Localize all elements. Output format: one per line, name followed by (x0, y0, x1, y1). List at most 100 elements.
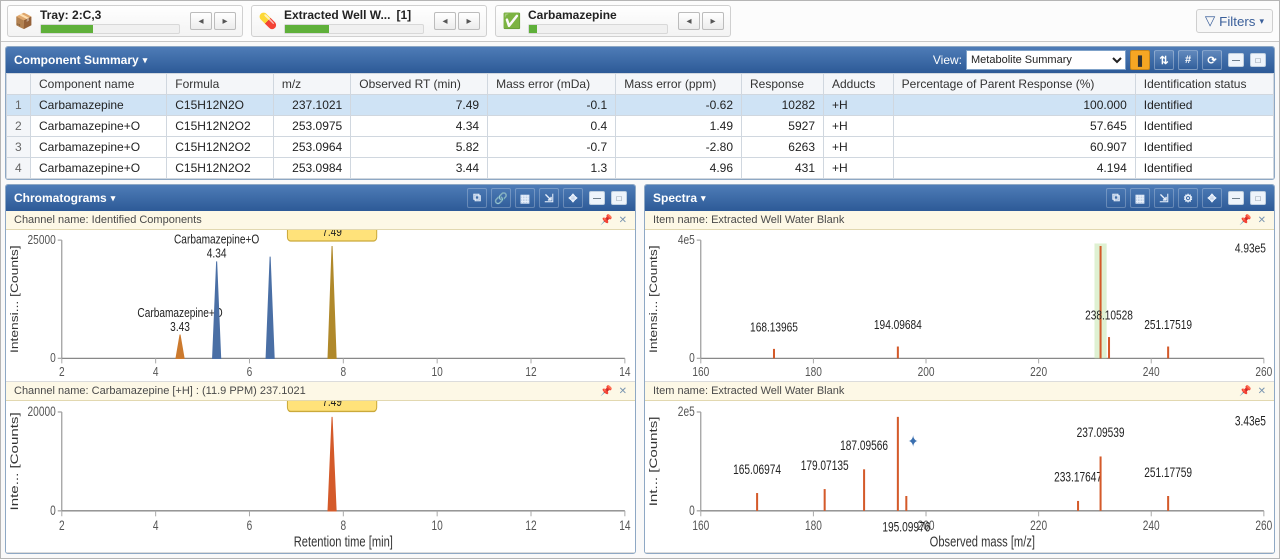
refresh-icon[interactable]: ⟳ (1202, 50, 1222, 70)
svg-text:180: 180 (805, 366, 822, 379)
plot-area[interactable]: 2468101214020000Inte... [Counts]Retentio… (6, 401, 635, 552)
pin-icon[interactable]: 📌 (1239, 215, 1251, 226)
svg-text:Retention time [min]: Retention time [min] (294, 533, 393, 550)
svg-text:20000: 20000 (28, 404, 56, 420)
table-cell: Carbamazepine+O (31, 137, 167, 158)
chevron-down-icon[interactable]: ▾ (701, 193, 706, 204)
maximize-button[interactable]: □ (1250, 191, 1266, 205)
breadcrumb-crumb[interactable]: 💊 Extracted Well W... [1] ◂ ▸ (251, 5, 487, 37)
column-header[interactable]: Component name (31, 74, 167, 95)
spectra-panel: Spectra ▾ ⧉ ▦ ⇲ ⚙ ✥ — □ Item name: Extra… (644, 184, 1275, 554)
move-icon[interactable]: ✥ (1202, 188, 1222, 208)
table-cell: Identified (1135, 158, 1273, 179)
pin-icon[interactable]: 📌 (600, 215, 612, 226)
link-icon[interactable]: 🔗 (491, 188, 511, 208)
column-header[interactable]: Identification status (1135, 74, 1273, 95)
export-icon[interactable]: ⇲ (1154, 188, 1174, 208)
grid-icon[interactable]: ▦ (1130, 188, 1150, 208)
column-header[interactable] (7, 74, 31, 95)
svg-text:4.93e5: 4.93e5 (1235, 243, 1266, 256)
plot-subheader: Item name: Extracted Well Water Blank 📌✕ (645, 211, 1274, 230)
hash-icon[interactable]: # (1178, 50, 1198, 70)
component-summary-table[interactable]: Component nameFormulam/zObserved RT (min… (6, 73, 1274, 179)
table-cell: +H (824, 137, 894, 158)
pin-icon[interactable]: 📌 (1239, 386, 1251, 397)
crumb-pager: ◂ ▸ (678, 12, 724, 30)
minimize-button[interactable]: — (1228, 191, 1244, 205)
plot-area[interactable]: 16018020022024026004e5Intensi... [Counts… (645, 230, 1274, 381)
close-icon[interactable]: ✕ (1258, 215, 1266, 226)
spectra-header: Spectra ▾ ⧉ ▦ ⇲ ⚙ ✥ — □ (645, 185, 1274, 211)
svg-text:Inte... [Counts]: Inte... [Counts] (8, 412, 21, 510)
svg-text:4.34: 4.34 (207, 248, 227, 261)
table-cell: 3.44 (351, 158, 488, 179)
minimize-button[interactable]: — (589, 191, 605, 205)
close-icon[interactable]: ✕ (1258, 386, 1266, 397)
panel-title[interactable]: Component Summary (14, 53, 139, 67)
svg-text:4e5: 4e5 (678, 234, 695, 247)
table-cell: 237.1021 (273, 95, 350, 116)
close-icon[interactable]: ✕ (619, 215, 627, 226)
prev-button[interactable]: ◂ (190, 12, 212, 30)
table-row[interactable]: 2Carbamazepine+OC15H12N2O2253.09754.340.… (7, 116, 1274, 137)
table-cell: 431 (742, 158, 824, 179)
column-header[interactable]: Formula (167, 74, 274, 95)
crumb-pager: ◂ ▸ (434, 12, 480, 30)
prev-button[interactable]: ◂ (434, 12, 456, 30)
breadcrumb-crumb[interactable]: 📦 Tray: 2:C,3 ◂ ▸ (7, 5, 243, 37)
table-cell: C15H12N2O2 (167, 116, 274, 137)
column-header[interactable]: m/z (273, 74, 350, 95)
plot-area[interactable]: 2468101214025000Intensi... [Counts]Carba… (6, 230, 635, 381)
copy-icon[interactable]: ⧉ (1106, 188, 1126, 208)
filters-button[interactable]: ▽ Filters ▾ (1196, 9, 1273, 33)
column-header[interactable]: Mass error (mDa) (488, 74, 616, 95)
crumb-title: Tray: 2:C,3 (40, 8, 101, 22)
column-header[interactable]: Observed RT (min) (351, 74, 488, 95)
crumbs-host: 📦 Tray: 2:C,3 ◂ ▸ 💊 Extracted Well W... … (7, 5, 731, 37)
table-row[interactable]: 4Carbamazepine+OC15H12N2O2253.09843.441.… (7, 158, 1274, 179)
svg-text:160: 160 (692, 366, 709, 379)
next-button[interactable]: ▸ (702, 12, 724, 30)
crumb-title: Extracted Well W... (284, 8, 390, 22)
chevron-down-icon[interactable]: ▾ (111, 193, 116, 204)
svg-text:160: 160 (692, 518, 709, 534)
table-cell: 4.96 (616, 158, 742, 179)
panel-title[interactable]: Chromatograms (14, 191, 107, 205)
next-button[interactable]: ▸ (214, 12, 236, 30)
column-header[interactable]: Adducts (824, 74, 894, 95)
chevron-down-icon[interactable]: ▾ (143, 55, 148, 66)
svg-text:Intensi... [Counts]: Intensi... [Counts] (647, 245, 659, 353)
plot-area[interactable]: 16018020022024026002e5Int... [Counts]Obs… (645, 401, 1274, 552)
maximize-button[interactable]: □ (611, 191, 627, 205)
column-config-icon[interactable]: ❚ (1130, 50, 1150, 70)
column-header[interactable]: Percentage of Parent Response (%) (893, 74, 1135, 95)
copy-icon[interactable]: ⧉ (467, 188, 487, 208)
chevron-down-icon: ▾ (1259, 16, 1264, 27)
prev-button[interactable]: ◂ (678, 12, 700, 30)
table-cell: 253.0984 (273, 158, 350, 179)
export-icon[interactable]: ⇲ (539, 188, 559, 208)
column-header[interactable]: Mass error (ppm) (616, 74, 742, 95)
panel-title[interactable]: Spectra (653, 191, 697, 205)
close-icon[interactable]: ✕ (619, 386, 627, 397)
view-select[interactable]: Metabolite Summary (966, 50, 1126, 70)
crumb-title: Carbamazepine (528, 8, 617, 22)
crumb-icon: 📦 (14, 11, 34, 31)
svg-text:251.17519: 251.17519 (1144, 319, 1192, 332)
column-header[interactable]: Response (742, 74, 824, 95)
minimize-button[interactable]: — (1228, 53, 1244, 67)
svg-text:8: 8 (341, 518, 347, 534)
table-row[interactable]: 3Carbamazepine+OC15H12N2O2253.09645.82-0… (7, 137, 1274, 158)
breadcrumb-crumb[interactable]: ✅ Carbamazepine ◂ ▸ (495, 5, 731, 37)
table-cell: 10282 (742, 95, 824, 116)
svg-text:Observed mass [m/z]: Observed mass [m/z] (930, 533, 1035, 550)
table-row[interactable]: 1CarbamazepineC15H12N2O237.10217.49-0.1-… (7, 95, 1274, 116)
grid-icon[interactable]: ▦ (515, 188, 535, 208)
plot-channel-label: Channel name: Identified Components (14, 214, 202, 226)
maximize-button[interactable]: □ (1250, 53, 1266, 67)
pin-icon[interactable]: 📌 (600, 386, 612, 397)
tree-icon[interactable]: ⇅ (1154, 50, 1174, 70)
move-icon[interactable]: ✥ (563, 188, 583, 208)
next-button[interactable]: ▸ (458, 12, 480, 30)
settings-icon[interactable]: ⚙ (1178, 188, 1198, 208)
